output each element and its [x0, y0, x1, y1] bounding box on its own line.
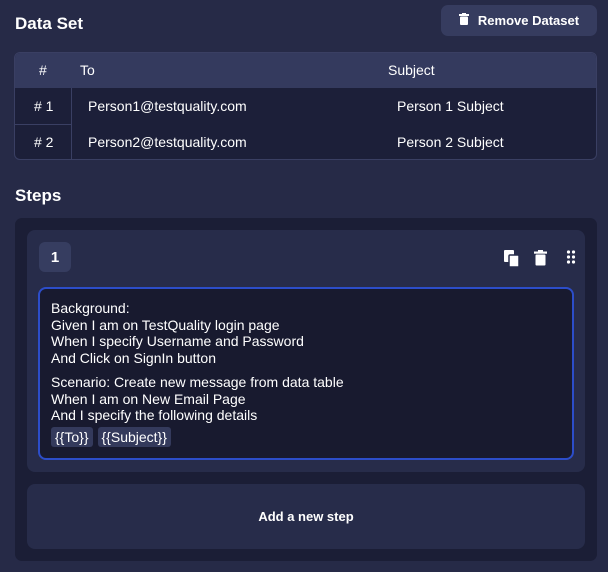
row-number: # 1 — [34, 98, 54, 114]
editor-line: Given I am on TestQuality login page — [51, 316, 280, 333]
row-number: # 2 — [34, 134, 54, 150]
row-subject[interactable]: Person 2 Subject — [397, 134, 504, 150]
token-to[interactable]: {{To}} — [51, 426, 93, 447]
step-card: 1 Background: Given I am on TestQuality … — [27, 230, 585, 472]
editor-line: When I specify Username and Password — [51, 333, 304, 349]
column-header-num: # — [39, 62, 47, 78]
trash-icon[interactable] — [534, 250, 550, 268]
row-to[interactable]: Person1@testquality.com — [88, 98, 247, 114]
step-editor[interactable]: Background: Given I am on TestQuality lo… — [38, 287, 574, 460]
row-subject[interactable]: Person 1 Subject — [397, 98, 504, 114]
drag-handle-icon[interactable] — [566, 250, 582, 268]
editor-line: And I specify the following details — [51, 407, 258, 423]
add-step-button[interactable]: Add a new step — [27, 484, 585, 549]
token-subject[interactable]: {{Subject}} — [97, 426, 171, 447]
steps-panel: 1 Background: Given I am on TestQuality … — [15, 218, 597, 561]
editor-line: And Click on SignIn button — [51, 349, 216, 366]
remove-dataset-label: Remove Dataset — [477, 13, 580, 28]
row-to[interactable]: Person2@testquality.com — [88, 134, 247, 150]
copy-icon[interactable] — [504, 250, 520, 268]
editor-line: Scenario: Create new message from data t… — [51, 374, 344, 390]
steps-title: Steps — [15, 186, 62, 205]
table-row[interactable]: # 2 Person2@testquality.com Person 2 Sub… — [15, 124, 596, 159]
dataset-table: # To Subject # 1 Person1@testquality.com… — [14, 52, 597, 160]
column-header-subject: Subject — [388, 62, 435, 78]
step-number-badge: 1 — [39, 242, 71, 272]
column-header-to: To — [80, 62, 95, 78]
token-list: {{To}} {{Subject}} — [51, 426, 561, 447]
editor-line: Background: — [51, 300, 130, 316]
editor-line: When I am on New Email Page — [51, 390, 246, 407]
dataset-title: Data Set — [15, 14, 84, 33]
table-row[interactable]: # 1 Person1@testquality.com Person 1 Sub… — [15, 88, 596, 124]
trash-icon — [458, 13, 469, 28]
remove-dataset-button[interactable]: Remove Dataset — [441, 5, 597, 36]
table-header: # To Subject — [15, 53, 596, 88]
